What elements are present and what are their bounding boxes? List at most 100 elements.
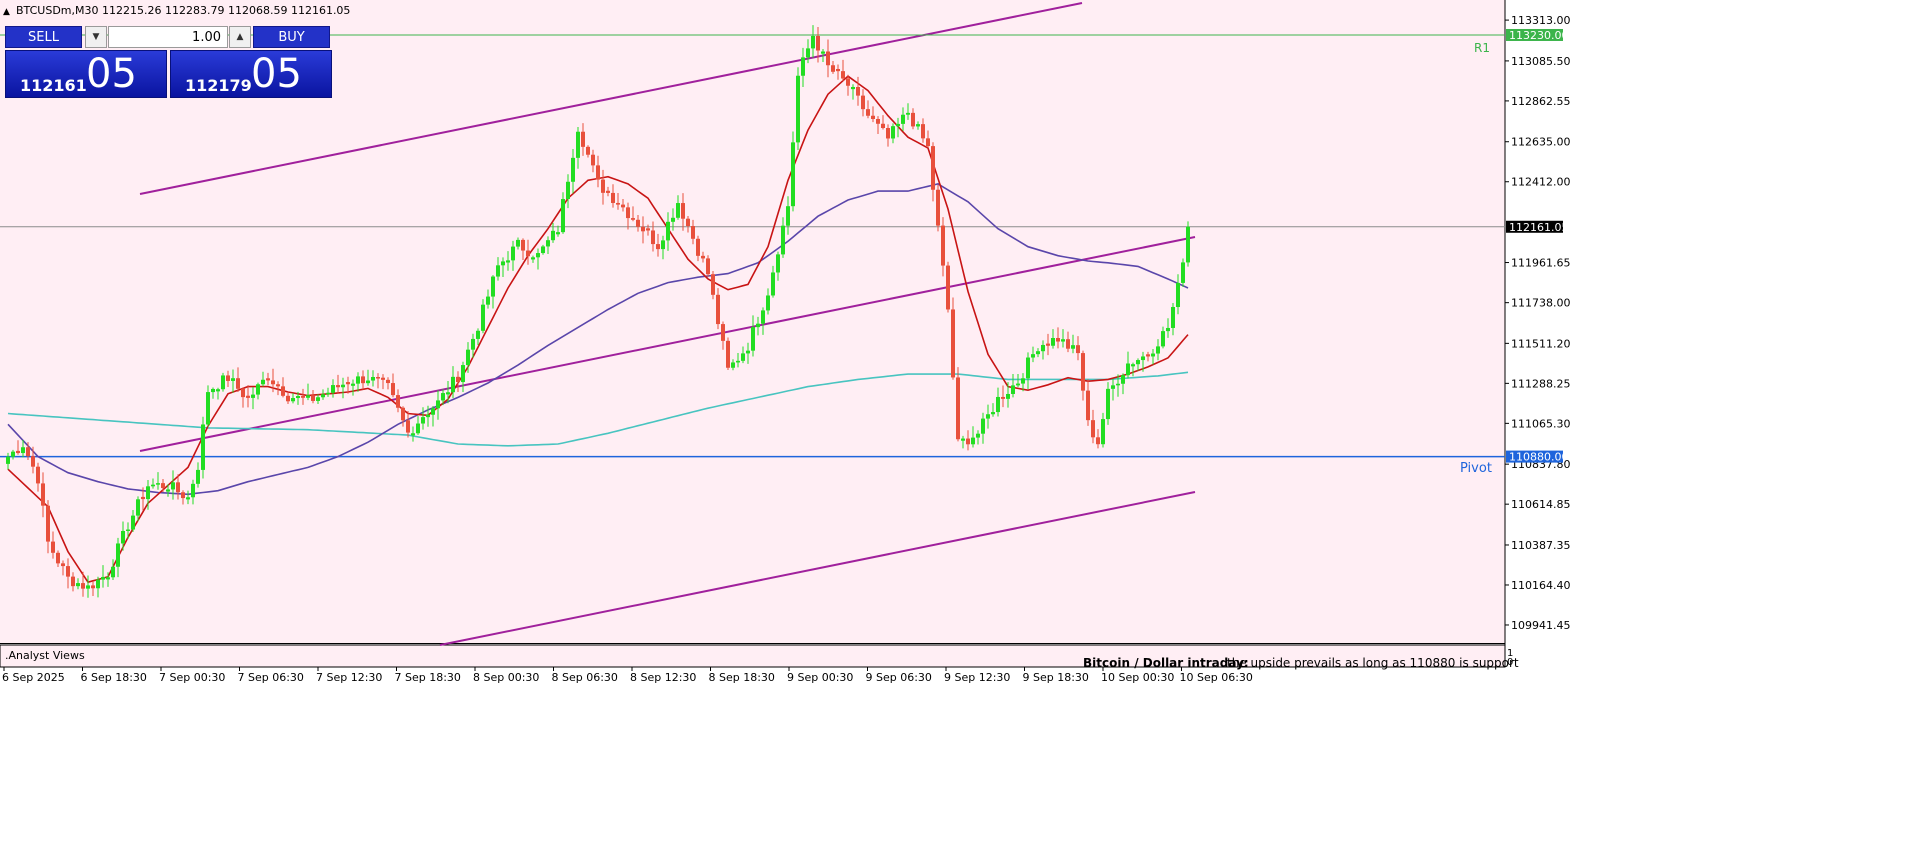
- candle-body: [886, 128, 890, 139]
- candle-body: [631, 218, 635, 220]
- candle-body: [956, 377, 960, 440]
- candle-body: [1016, 383, 1020, 386]
- candle-body: [226, 375, 230, 381]
- y-tick-label: 112862.55: [1511, 95, 1571, 108]
- candle: [951, 297, 955, 380]
- candle-body: [246, 395, 250, 398]
- candle-body: [456, 376, 460, 383]
- chart-canvas[interactable]: 113313.00 113085.50 112862.55 112635.00 1124…: [0, 0, 1916, 840]
- candle-body: [686, 218, 690, 227]
- candle-body: [826, 51, 830, 66]
- candle-body: [301, 396, 305, 398]
- candle-body: [191, 483, 195, 498]
- candle-body: [1071, 345, 1075, 349]
- candle-body: [986, 414, 990, 419]
- candle-body: [676, 203, 680, 218]
- candle-body: [606, 190, 610, 193]
- candle-body: [536, 253, 540, 258]
- time-axis: 6 Sep 2025 6 Sep 18:30 7 Sep 00:30 7 Sep 06…: [2, 667, 1253, 684]
- buy-button[interactable]: BUY: [253, 26, 330, 48]
- candle-body: [781, 225, 785, 255]
- x-tick-label: 9 Sep 18:30: [1023, 671, 1089, 684]
- candle-body: [321, 394, 325, 398]
- candle-body: [1141, 356, 1145, 361]
- current-price-tag: 112161.05: [1506, 220, 1569, 234]
- buy-price-big: 05: [251, 51, 302, 97]
- candle-body: [1136, 360, 1140, 365]
- candle-body: [481, 304, 485, 331]
- candle-body: [261, 379, 265, 385]
- candle-body: [846, 78, 850, 86]
- candle-body: [526, 250, 530, 257]
- candle-body: [276, 384, 280, 387]
- subwindow-scale-bottom: 0: [1507, 657, 1513, 668]
- candle-body: [136, 499, 140, 516]
- candle: [201, 416, 205, 479]
- x-tick-label: 7 Sep 18:30: [395, 671, 461, 684]
- candle-body: [296, 396, 300, 399]
- candle-body: [1051, 338, 1055, 346]
- candle-body: [466, 349, 470, 366]
- candle-body: [411, 433, 415, 436]
- candle-body: [651, 230, 655, 245]
- candle: [221, 372, 225, 392]
- candle-body: [711, 274, 715, 295]
- price-chart[interactable]: 113313.00 113085.50 112862.55 112635.00 1124…: [0, 0, 1916, 840]
- candle-body: [461, 365, 465, 383]
- candle-body: [266, 378, 270, 381]
- lot-increase-button[interactable]: ▲: [229, 26, 251, 48]
- candle-body: [691, 226, 695, 239]
- sell-price-quote[interactable]: 112161 05: [5, 50, 167, 98]
- candle-body: [496, 265, 500, 277]
- x-tick-label: 9 Sep 12:30: [944, 671, 1010, 684]
- candle-body: [1101, 419, 1105, 445]
- candle-body: [46, 505, 50, 542]
- candle-body: [1161, 331, 1165, 347]
- candle-body: [1106, 388, 1110, 420]
- x-tick-label: 7 Sep 00:30: [159, 671, 225, 684]
- sell-button[interactable]: SELL: [5, 26, 82, 48]
- candle-body: [16, 450, 20, 454]
- candle-body: [476, 330, 480, 339]
- candle-body: [751, 327, 755, 351]
- candle-body: [151, 484, 155, 487]
- candle-body: [371, 376, 375, 381]
- buy-price-quote[interactable]: 112179 05: [170, 50, 332, 98]
- candle-body: [946, 265, 950, 310]
- one-click-trading-panel: SELL ▼ ▲ BUY 112161 05 112179 05: [5, 26, 332, 98]
- candle-body: [761, 310, 765, 324]
- lot-decrease-button[interactable]: ▼: [85, 26, 107, 48]
- candle-body: [636, 219, 640, 227]
- candle-body: [736, 360, 740, 363]
- candle-body: [176, 482, 180, 493]
- candle-body: [756, 323, 760, 328]
- x-tick-label: 7 Sep 06:30: [238, 671, 304, 684]
- candle-body: [446, 392, 450, 395]
- candle-body: [766, 295, 770, 311]
- candle-body: [1111, 385, 1115, 389]
- candle-body: [36, 466, 40, 484]
- candle-body: [896, 123, 900, 127]
- candle-body: [281, 386, 285, 396]
- candle-body: [381, 377, 385, 380]
- candle-body: [1021, 378, 1025, 384]
- lot-size-input[interactable]: [108, 26, 228, 48]
- candle-body: [726, 340, 730, 368]
- candle-body: [106, 577, 110, 580]
- x-tick-label: 7 Sep 12:30: [316, 671, 382, 684]
- x-tick-label: 6 Sep 18:30: [81, 671, 147, 684]
- candle-body: [951, 309, 955, 378]
- candle-body: [1081, 353, 1085, 391]
- candle-body: [386, 379, 390, 384]
- y-tick-label: 111738.00: [1511, 297, 1571, 310]
- candle-body: [491, 276, 495, 297]
- candle-body: [621, 204, 625, 208]
- candle-body: [1046, 343, 1050, 346]
- candle-body: [866, 109, 870, 116]
- candle-body: [1181, 262, 1185, 283]
- candle-body: [401, 407, 405, 421]
- header-menu-icon[interactable]: ▲: [3, 7, 10, 17]
- candle-body: [571, 157, 575, 182]
- chevron-up-icon: ▲: [236, 32, 244, 42]
- candle-body: [221, 375, 225, 390]
